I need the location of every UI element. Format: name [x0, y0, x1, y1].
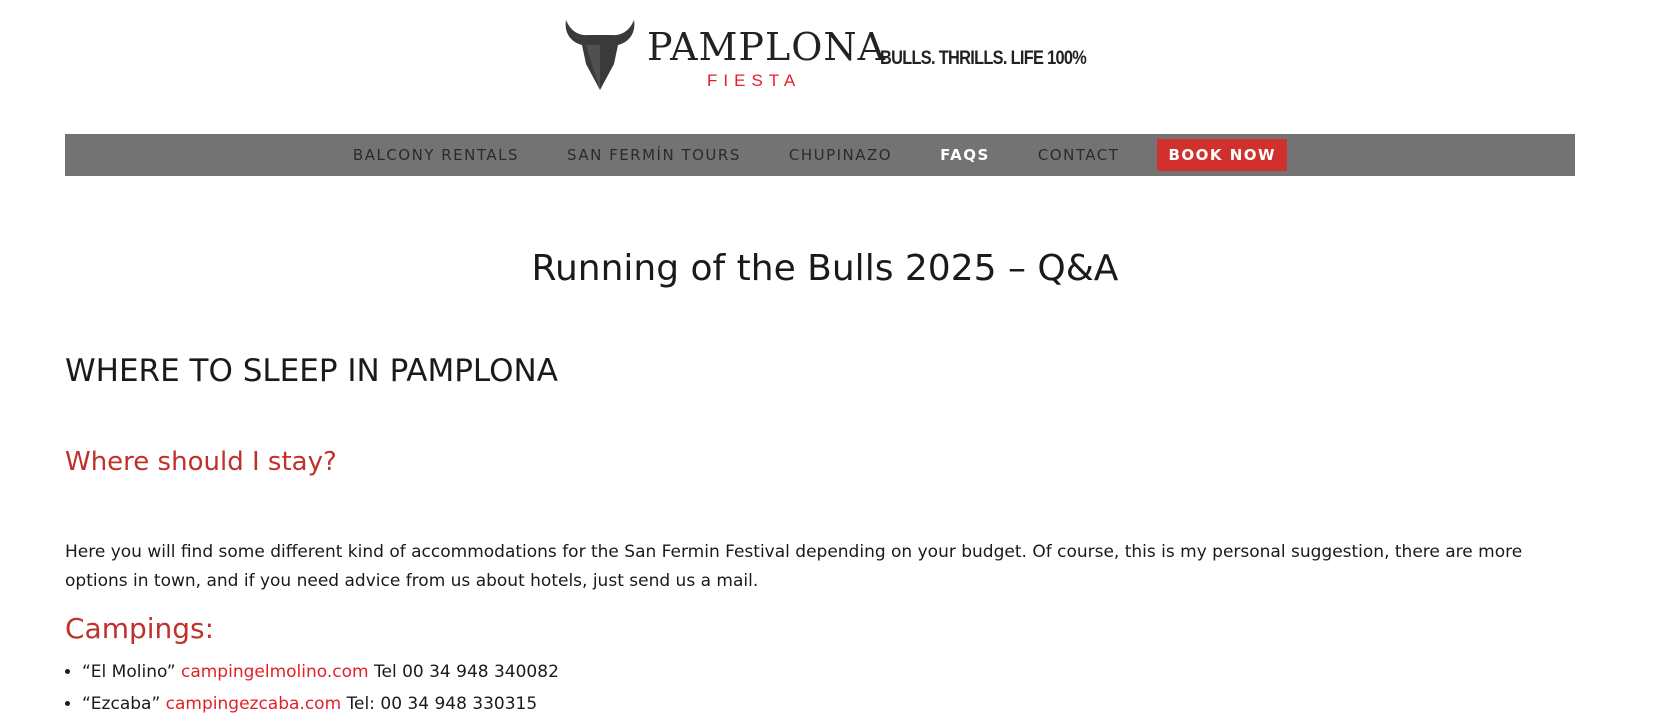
camping-phone: Tel: 00 34 948 330315	[346, 694, 538, 714]
page-title: Running of the Bulls 2025 – Q&A	[531, 248, 1119, 289]
nav-item-balcony-rentals[interactable]: BALCONY RENTALS	[353, 146, 519, 164]
section-heading: WHERE TO SLEEP IN PAMPLONA	[65, 353, 558, 389]
list-item: “El Molino” campingelmolino.com Tel 00 3…	[82, 656, 559, 688]
intro-paragraph: Here you will find some different kind o…	[65, 542, 1523, 591]
nav-item-chupinazo[interactable]: CHUPINAZO	[789, 146, 892, 164]
nav-item-san-fermin-tours[interactable]: SAN FERMÍN TOURS	[567, 146, 741, 164]
brand-name[interactable]: PAMPLONA	[647, 28, 886, 66]
site-header: PAMPLONA FIESTA BULLS. THRILLS. LIFE 100…	[562, 18, 1087, 94]
brand-subtitle[interactable]: FIESTA	[707, 72, 801, 89]
campings-list: “El Molino” campingelmolino.com Tel 00 3…	[65, 656, 559, 720]
bull-head-icon[interactable]	[562, 18, 638, 92]
camping-name: “Ezcaba”	[82, 694, 161, 714]
camping-link[interactable]: campingelmolino.com	[181, 662, 369, 682]
list-item: “Ezcaba” campingezcaba.com Tel: 00 34 94…	[82, 688, 559, 720]
camping-phone: Tel 00 34 948 340082	[373, 662, 559, 682]
campings-heading: Campings:	[65, 612, 215, 645]
question-heading: Where should I stay?	[65, 447, 337, 477]
nav-item-contact[interactable]: CONTACT	[1038, 146, 1120, 164]
camping-name: “El Molino”	[82, 662, 176, 682]
book-now-button[interactable]: BOOK NOW	[1157, 139, 1288, 171]
camping-link[interactable]: campingezcaba.com	[166, 694, 341, 714]
brand-tagline: BULLS. THRILLS. LIFE 100%	[880, 48, 1087, 69]
nav-item-faqs[interactable]: FAQS	[940, 146, 990, 164]
main-nav: BALCONY RENTALS SAN FERMÍN TOURS CHUPINA…	[65, 134, 1575, 176]
page: PAMPLONA FIESTA BULLS. THRILLS. LIFE 100…	[0, 0, 1665, 728]
